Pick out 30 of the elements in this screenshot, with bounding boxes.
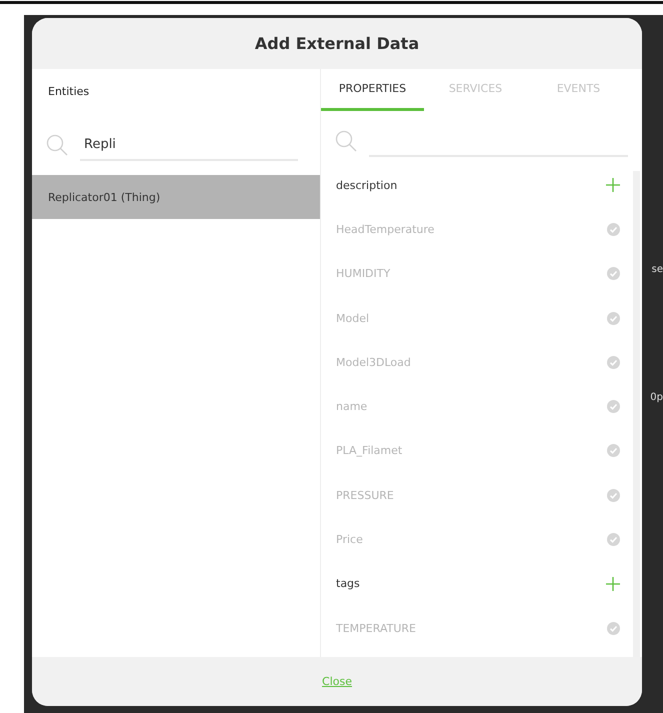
check-icon: [607, 444, 620, 458]
property-name: tags: [336, 577, 360, 590]
property-name: Model: [336, 312, 370, 325]
property-name: HUMIDITY: [336, 267, 390, 280]
property-name: Model3DLoad: [336, 356, 411, 369]
check-icon: [607, 488, 620, 502]
property-name: HeadTemperature: [336, 222, 434, 236]
check-icon: [607, 622, 620, 635]
background-text: 0p: [650, 392, 663, 403]
entity-list-item[interactable]: Replicator01 (Thing): [32, 175, 320, 219]
check-icon: [607, 222, 620, 236]
check-icon: [607, 312, 620, 325]
check-icon: [607, 356, 620, 369]
property-name: TEMPERATURE: [336, 622, 416, 635]
check-icon: [607, 267, 620, 280]
background-text: se: [652, 264, 663, 275]
search-icon: [46, 134, 68, 156]
property-name: PLA_Filamet: [336, 444, 402, 458]
property-name: PRESSURE: [336, 488, 394, 502]
add-icon[interactable]: [606, 576, 620, 591]
search-icon: [335, 130, 357, 152]
check-icon: [607, 400, 620, 414]
dialog-title: Add External Data: [254, 34, 420, 53]
check-icon: [607, 533, 620, 546]
property-name: Price: [336, 533, 363, 546]
tab[interactable]: PROPERTIES: [321, 69, 424, 111]
add-icon[interactable]: [606, 178, 620, 192]
property-name: description: [336, 178, 398, 192]
entities-label: Entities: [47, 84, 90, 100]
property-name: name: [336, 400, 368, 414]
